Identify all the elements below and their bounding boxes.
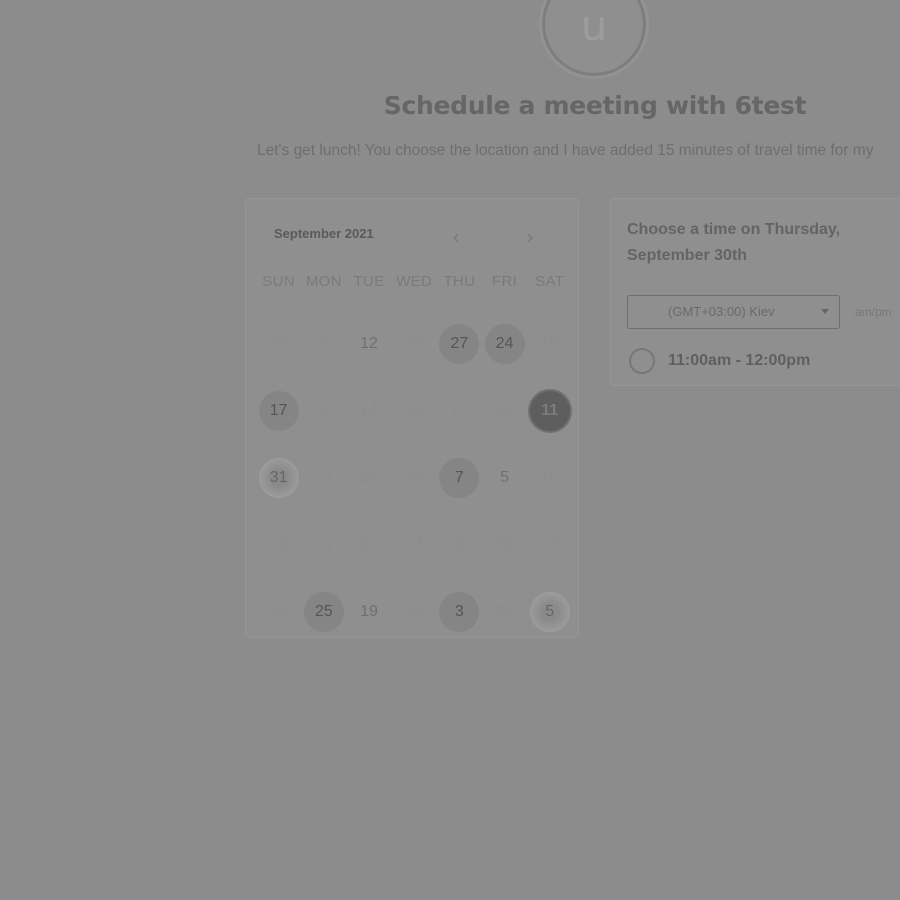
- calendar-day-number: 16: [540, 335, 559, 353]
- weekday-label: SAT: [535, 273, 565, 290]
- calendar-day-number: 24: [405, 535, 424, 553]
- calendar-day: 31: [256, 445, 301, 512]
- time-slot-option[interactable]: 11:00am - 12:00pm: [629, 347, 810, 375]
- timezone-value: (GMT+03:00) Kiev: [668, 304, 775, 319]
- calendar-day[interactable]: 17: [256, 378, 301, 445]
- calendar-day: 30: [482, 511, 527, 578]
- calendar-day-number: 24: [495, 602, 514, 620]
- time-slot-panel: Choose a time on Thursday, September 30t…: [610, 198, 900, 386]
- calendar-day-number: 27: [439, 324, 480, 365]
- weekday-label: THU: [443, 273, 476, 290]
- calendar-day: 26: [392, 311, 437, 378]
- calendar-day-number: 25: [360, 468, 378, 486]
- weekday-label: TUE: [353, 273, 385, 290]
- weekday-label: SUN: [262, 273, 295, 290]
- calendar-day: 10: [527, 445, 572, 512]
- calendar-day-number: 30: [495, 535, 514, 553]
- calendar-day-number: 12: [360, 335, 378, 353]
- calendar-day[interactable]: 25: [301, 578, 346, 645]
- calendar-day-number: 10: [540, 468, 559, 486]
- calendar-day: 25: [346, 445, 391, 512]
- calendar-day[interactable]: 24: [482, 311, 527, 378]
- timezone-select[interactable]: (GMT+03:00) Kiev: [627, 295, 840, 329]
- calendar-day-number: 30: [495, 402, 514, 420]
- calendar-day-number: 17: [258, 391, 299, 432]
- calendar-day: 21: [301, 511, 346, 578]
- calendar-day: 2: [301, 311, 346, 378]
- calendar-day-number: 3: [439, 591, 480, 632]
- month-label: September 2021: [274, 226, 374, 241]
- calendar-day-number: 29: [405, 602, 424, 620]
- time-panel-heading: Choose a time on Thursday, September 30t…: [627, 221, 841, 264]
- calendar-day-number: 25: [269, 335, 288, 353]
- calendar-day-number: 13: [269, 602, 288, 620]
- calendar-day: 19: [346, 578, 391, 645]
- calendar-day-number: 9: [454, 535, 464, 553]
- page-title: Schedule a meeting with 6test: [383, 91, 807, 120]
- calendar-day[interactable]: 27: [437, 311, 482, 378]
- calendar-day-number: 24: [484, 324, 525, 365]
- meeting-description: Let's get lunch! You choose the location…: [257, 142, 874, 159]
- calendar-day-number: 25: [405, 468, 424, 486]
- calendar-day: 17: [437, 378, 482, 445]
- calendar-day[interactable]: 3: [437, 578, 482, 645]
- calendar-day-number: 11: [529, 391, 570, 432]
- calendar-day: 15: [392, 378, 437, 445]
- calendar-day-number: 30: [314, 402, 333, 420]
- calendar-day: 25: [256, 311, 301, 378]
- calendar-day[interactable]: 7: [437, 445, 482, 512]
- calendar-day: 16: [527, 311, 572, 378]
- calendar-day-number: 2: [319, 335, 329, 353]
- chevron-left-icon[interactable]: ‹: [452, 225, 460, 249]
- radio-button[interactable]: [629, 348, 655, 374]
- day-grid: 25 2 12 26 27 24 16 17 30 14 15 17 30 11 31 23 25 25 7 5 10 1…: [256, 311, 572, 645]
- calendar-day: 23: [301, 445, 346, 512]
- calendar-day: 24: [392, 511, 437, 578]
- calendar-day: 29: [392, 578, 437, 645]
- calendar-day-number: 5: [500, 468, 509, 486]
- calendar-day: 16: [256, 511, 301, 578]
- calendar-day: 12: [346, 311, 391, 378]
- calendar-day-number: 22: [360, 535, 378, 553]
- calendar-day-number: 16: [269, 535, 288, 553]
- weekday-label: WED: [396, 273, 433, 290]
- time-slot-label: 11:00am - 12:00pm: [668, 352, 811, 369]
- calendar-day-number: 21: [314, 535, 333, 553]
- host-avatar: u: [542, 0, 646, 76]
- calendar-day-number: 19: [360, 602, 378, 620]
- calendar-day: 9: [437, 511, 482, 578]
- date-picker-calendar: September 2021 ‹ › SUN MON TUE WED THU FRI SAT…: [245, 198, 579, 638]
- calendar-day-number: 31: [258, 457, 299, 498]
- weekday-label: MON: [305, 273, 342, 290]
- calendar-day: 5: [527, 578, 572, 645]
- calendar-day[interactable]: 11: [527, 378, 572, 445]
- calendar-day: 30: [301, 378, 346, 445]
- calendar-day-number: 23: [314, 468, 333, 486]
- calendar-day: 30: [482, 378, 527, 445]
- time-format-toggle[interactable]: am/pm: [855, 305, 892, 319]
- calendar-day-number: 26: [405, 335, 424, 353]
- calendar-day-number: 15: [405, 402, 424, 420]
- calendar-day: 13: [256, 578, 301, 645]
- calendar-day: 22: [346, 511, 391, 578]
- avatar-initial: u: [580, 1, 608, 50]
- calendar-day-number: 14: [360, 402, 378, 420]
- weekday-header: SUN MON TUE WED THU FRI SAT: [256, 273, 572, 290]
- calendar-day-number: 7: [439, 457, 480, 498]
- calendar-day: 13: [527, 511, 572, 578]
- weekday-label: FRI: [491, 273, 518, 290]
- calendar-day-number: 17: [450, 402, 469, 420]
- calendar-day-number: 25: [303, 591, 344, 632]
- chevron-down-icon: [821, 309, 829, 314]
- calendar-day: 25: [392, 445, 437, 512]
- calendar-day: 5: [482, 445, 527, 512]
- calendar-day: 14: [346, 378, 391, 445]
- calendar-day: 24: [482, 578, 527, 645]
- calendar-day-number: 13: [540, 535, 559, 553]
- calendar-day-number: 5: [529, 591, 570, 632]
- chevron-right-icon[interactable]: ›: [526, 225, 534, 249]
